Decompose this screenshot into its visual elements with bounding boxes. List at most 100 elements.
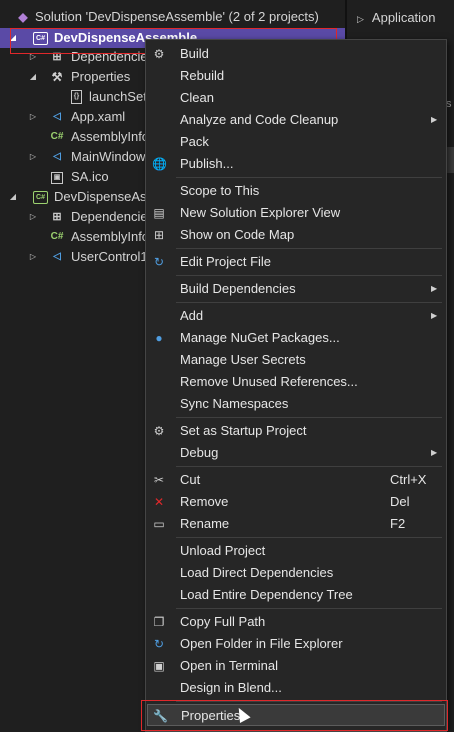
menu-item-label: Debug — [180, 445, 219, 460]
menu-separator — [176, 537, 442, 538]
image-icon: ▣ — [51, 172, 63, 184]
menu-item-properties[interactable]: 🔧 Properties — [147, 704, 445, 726]
xaml-icon: ◁ — [53, 251, 61, 262]
menu-separator — [176, 248, 442, 249]
menu-item-design-in-blend[interactable]: Design in Blend... — [147, 677, 445, 699]
menu-item-label: Show on Code Map — [180, 227, 295, 242]
menu-item-open-in-terminal[interactable]: ▣ Open in Terminal — [147, 655, 445, 677]
chevron-down-icon[interactable]: ◢ — [28, 67, 38, 87]
chevron-right-icon[interactable]: ▷ — [28, 147, 38, 167]
menu-item-label: Load Direct Dependencies — [180, 565, 334, 580]
menu-item-label: Rebuild — [180, 68, 225, 83]
menu-item-label: Cut — [180, 472, 201, 487]
application-section-header[interactable]: ▷ Application — [357, 10, 436, 25]
menu-item-rebuild[interactable]: Rebuild — [147, 65, 445, 87]
code-map-icon: ⊞ — [153, 228, 165, 242]
menu-item-label: New Solution Explorer View — [180, 205, 341, 220]
menu-item-load-entire-dependency-tree[interactable]: Load Entire Dependency Tree — [147, 584, 445, 606]
menu-item-label: Scope to This — [180, 183, 260, 198]
menu-item-remove-unused-references[interactable]: Remove Unused References... — [147, 371, 445, 393]
menu-item-build-dependencies[interactable]: Build Dependencies ▶ — [147, 278, 445, 300]
chevron-down-icon[interactable]: ◢ — [8, 28, 18, 48]
tree-item-label: SA.ico — [71, 169, 109, 184]
menu-item-manage-user-secrets[interactable]: Manage User Secrets — [147, 349, 445, 371]
chevron-right-icon[interactable]: ▷ — [28, 247, 38, 267]
menu-item-label: Build Dependencies — [180, 281, 296, 296]
menu-item-copy-full-path[interactable]: ❐ Copy Full Path — [147, 611, 445, 633]
copy-icon: ❐ — [153, 615, 165, 629]
submenu-arrow-icon: ▶ — [431, 311, 438, 320]
tree-item-label: Dependencies — [71, 209, 155, 224]
menu-item-show-on-code-map[interactable]: ⊞ Show on Code Map — [147, 224, 445, 246]
menu-item-label: Remove Unused References... — [180, 374, 358, 389]
menu-item-unload-project[interactable]: Unload Project — [147, 540, 445, 562]
menu-item-scope-to-this[interactable]: Scope to This — [147, 180, 445, 202]
json-file-icon: {} — [71, 90, 82, 104]
menu-item-label: Rename — [180, 516, 230, 531]
menu-item-label: Clean — [180, 90, 214, 105]
tree-item-solution[interactable]: ◆ Solution 'DevDispenseAssemble' (2 of 2… — [0, 7, 345, 27]
chevron-right-icon[interactable]: ▷ — [28, 107, 38, 127]
submenu-arrow-icon: ▶ — [431, 115, 438, 124]
chevron-down-icon[interactable]: ◢ — [8, 187, 18, 207]
nuget-icon: ● — [155, 331, 163, 345]
menu-item-analyze-and-code-cleanup[interactable]: Analyze and Code Cleanup ▶ — [147, 109, 445, 131]
dependencies-icon: ⊞ — [52, 51, 62, 63]
menu-item-remove[interactable]: ✕ Remove Del — [147, 491, 445, 513]
xaml-icon: ◁ — [53, 151, 61, 162]
menu-item-label: Manage NuGet Packages... — [180, 330, 340, 345]
menu-item-label: Analyze and Code Cleanup — [180, 112, 339, 127]
menu-item-edit-project-file[interactable]: ↻ Edit Project File — [147, 251, 445, 273]
chevron-right-icon[interactable]: ▷ — [28, 47, 38, 67]
menu-item-label: Load Entire Dependency Tree — [180, 587, 353, 602]
menu-item-rename[interactable]: ▭ Rename F2 — [147, 513, 445, 535]
submenu-arrow-icon: ▶ — [431, 448, 438, 457]
menu-item-open-folder-in-file-explorer[interactable]: ↻ Open Folder in File Explorer — [147, 633, 445, 655]
menu-item-new-solution-explorer-view[interactable]: ▤ New Solution Explorer View — [147, 202, 445, 224]
scissors-icon: ✂ — [153, 473, 165, 487]
menu-item-label: Publish... — [180, 156, 234, 171]
menu-separator — [176, 466, 442, 467]
section-title: Application — [371, 10, 436, 25]
remove-icon: ✕ — [153, 495, 165, 509]
menu-item-pack[interactable]: Pack — [147, 131, 445, 153]
dependencies-icon: ⊞ — [52, 211, 62, 223]
rename-icon: ▭ — [153, 517, 165, 531]
submenu-arrow-icon: ▶ — [431, 284, 438, 293]
menu-item-build[interactable]: ⚙ Build — [147, 43, 445, 65]
menu-separator — [176, 275, 442, 276]
tree-item-label: Dependencies — [71, 49, 155, 64]
menu-item-manage-nuget-packages[interactable]: ● Manage NuGet Packages... — [147, 327, 445, 349]
menu-item-label: Set as Startup Project — [180, 423, 307, 438]
menu-item-label: Properties — [181, 708, 241, 723]
context-menu: ⚙ Build Rebuild Clean Analyze and Code Clean… — [145, 39, 447, 732]
menu-item-publish[interactable]: 🌐 Publish... — [147, 153, 445, 175]
menu-item-set-as-startup-project[interactable]: ⚙ Set as Startup Project — [147, 420, 445, 442]
chevron-right-icon: ▷ — [357, 14, 364, 24]
shortcut-label: F2 — [390, 516, 406, 531]
globe-icon: 🌐 — [152, 157, 167, 171]
scroll-thumb[interactable] — [446, 147, 454, 173]
menu-item-label: Design in Blend... — [180, 680, 282, 695]
gear-icon: ⚙ — [153, 424, 165, 438]
csharp-project-icon: C# — [33, 32, 48, 45]
menu-separator — [176, 417, 442, 418]
terminal-icon: ▣ — [153, 659, 165, 673]
menu-item-label: Open in Terminal — [180, 658, 279, 673]
menu-item-load-direct-dependencies[interactable]: Load Direct Dependencies — [147, 562, 445, 584]
menu-item-cut[interactable]: ✂ Cut Ctrl+X — [147, 469, 445, 491]
menu-item-label: Unload Project — [180, 543, 266, 558]
shortcut-label: Ctrl+X — [390, 472, 427, 487]
build-icon: ⚙ — [153, 47, 165, 61]
menu-item-add[interactable]: Add ▶ — [147, 305, 445, 327]
menu-item-debug[interactable]: Debug ▶ — [147, 442, 445, 464]
menu-item-clean[interactable]: Clean — [147, 87, 445, 109]
csharp-project-icon: C# — [33, 191, 48, 204]
chevron-right-icon[interactable]: ▷ — [28, 207, 38, 227]
menu-item-sync-namespaces[interactable]: Sync Namespaces — [147, 393, 445, 415]
tree-item-label: App.xaml — [71, 109, 126, 124]
menu-item-label: Manage User Secrets — [180, 352, 306, 367]
wrench-icon: 🔧 — [153, 709, 168, 723]
edit-file-icon: ↻ — [153, 255, 165, 269]
menu-item-label: Copy Full Path — [180, 614, 266, 629]
